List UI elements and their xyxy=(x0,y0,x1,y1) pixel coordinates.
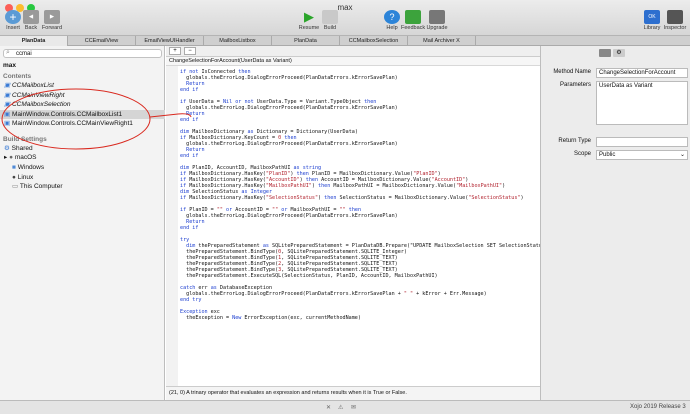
annotation-overlay xyxy=(1,88,192,150)
ide-window: max + Insert ◀ Back ▶ Forward ▶ Resume Build… xyxy=(0,0,690,414)
annotation-circle xyxy=(1,88,151,150)
annotation-arrow xyxy=(149,113,192,118)
